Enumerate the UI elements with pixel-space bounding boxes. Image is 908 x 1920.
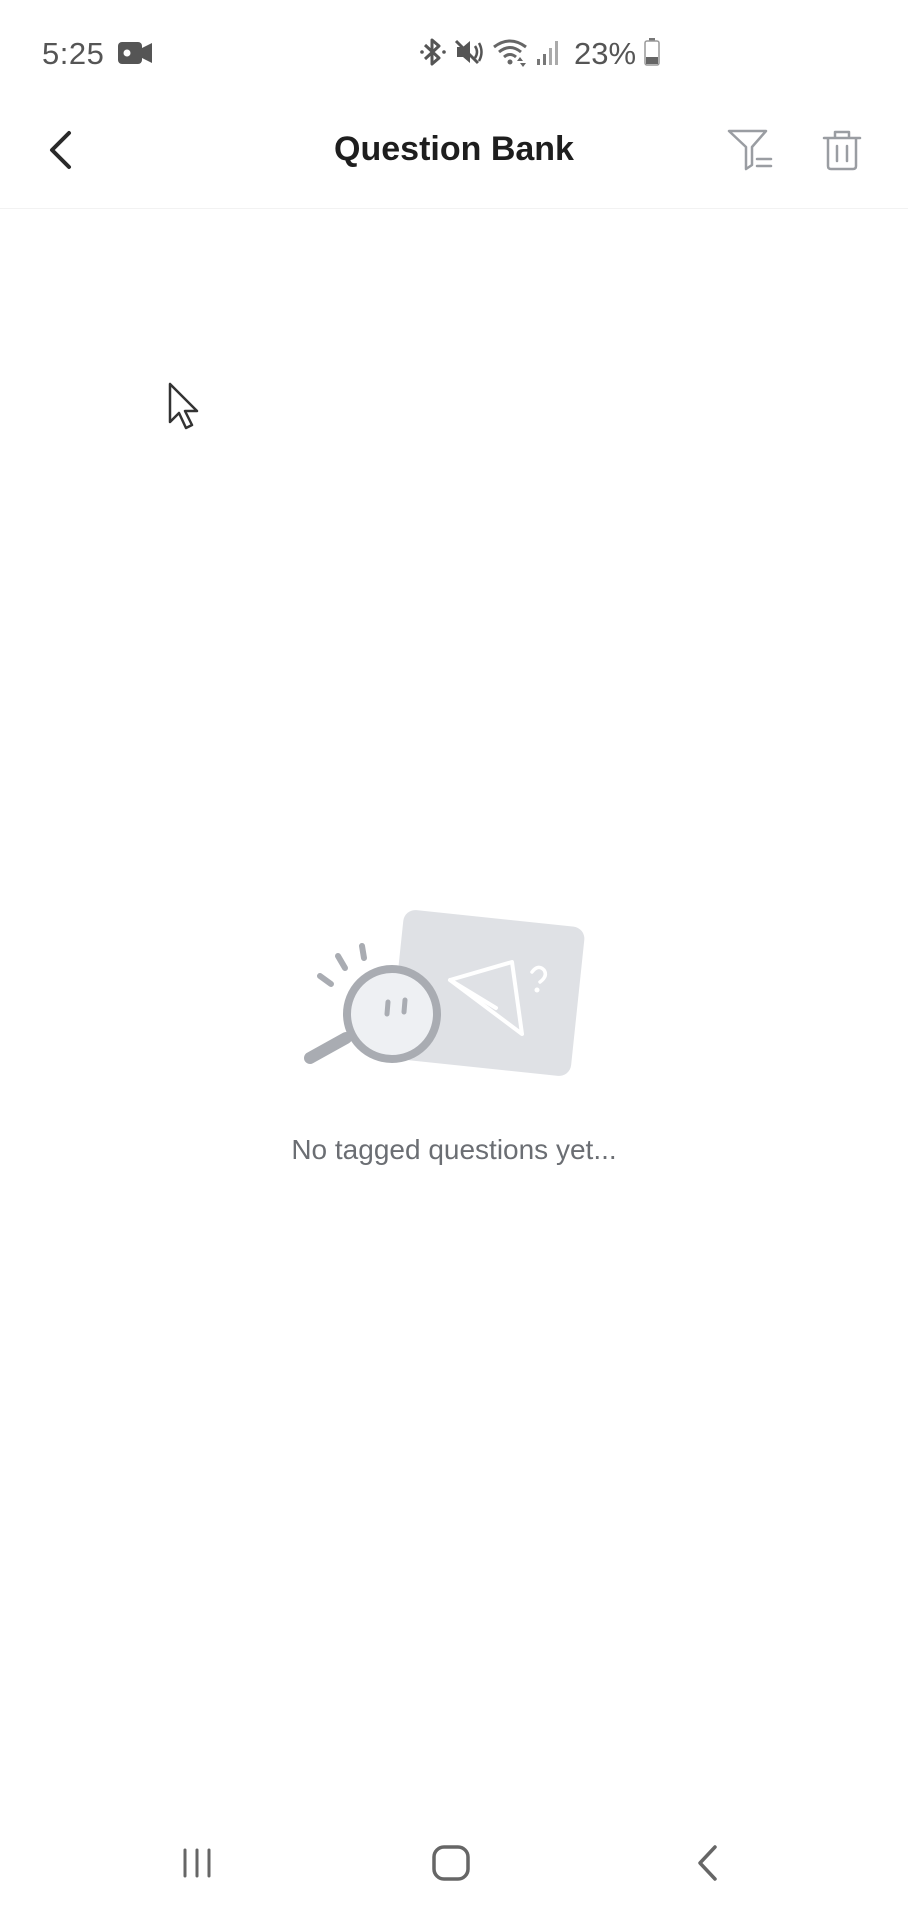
status-icons: 23% — [420, 36, 660, 72]
battery-percent: 23% — [574, 36, 637, 71]
empty-state-message: No tagged questions yet... — [291, 1134, 617, 1165]
mouse-pointer-icon — [168, 382, 204, 437]
delete-button[interactable] — [812, 122, 872, 182]
app-bar: Question Bank — [0, 100, 908, 209]
system-back-button[interactable] — [682, 1840, 732, 1890]
status-time: 5:25 — [42, 36, 105, 71]
filter-icon — [726, 127, 774, 178]
recents-button[interactable] — [172, 1840, 222, 1890]
signal-icon — [536, 37, 562, 72]
back-icon — [693, 1843, 721, 1888]
home-button[interactable] — [426, 1840, 476, 1890]
filter-button[interactable] — [720, 122, 780, 182]
recents-icon — [179, 1847, 215, 1884]
bluetooth-icon — [420, 37, 446, 72]
system-nav-bar — [0, 1820, 908, 1920]
video-record-icon — [118, 42, 152, 69]
battery-icon — [644, 37, 660, 72]
screen: 5:25 23% Question Bank No tagged questio… — [0, 0, 908, 1920]
home-icon — [431, 1844, 471, 1887]
status-bar: 5:25 23% — [0, 0, 908, 100]
wifi-icon — [492, 37, 528, 72]
trash-icon — [821, 128, 863, 177]
magnifier-card-illustration — [300, 910, 590, 1085]
mute-icon — [454, 37, 484, 72]
